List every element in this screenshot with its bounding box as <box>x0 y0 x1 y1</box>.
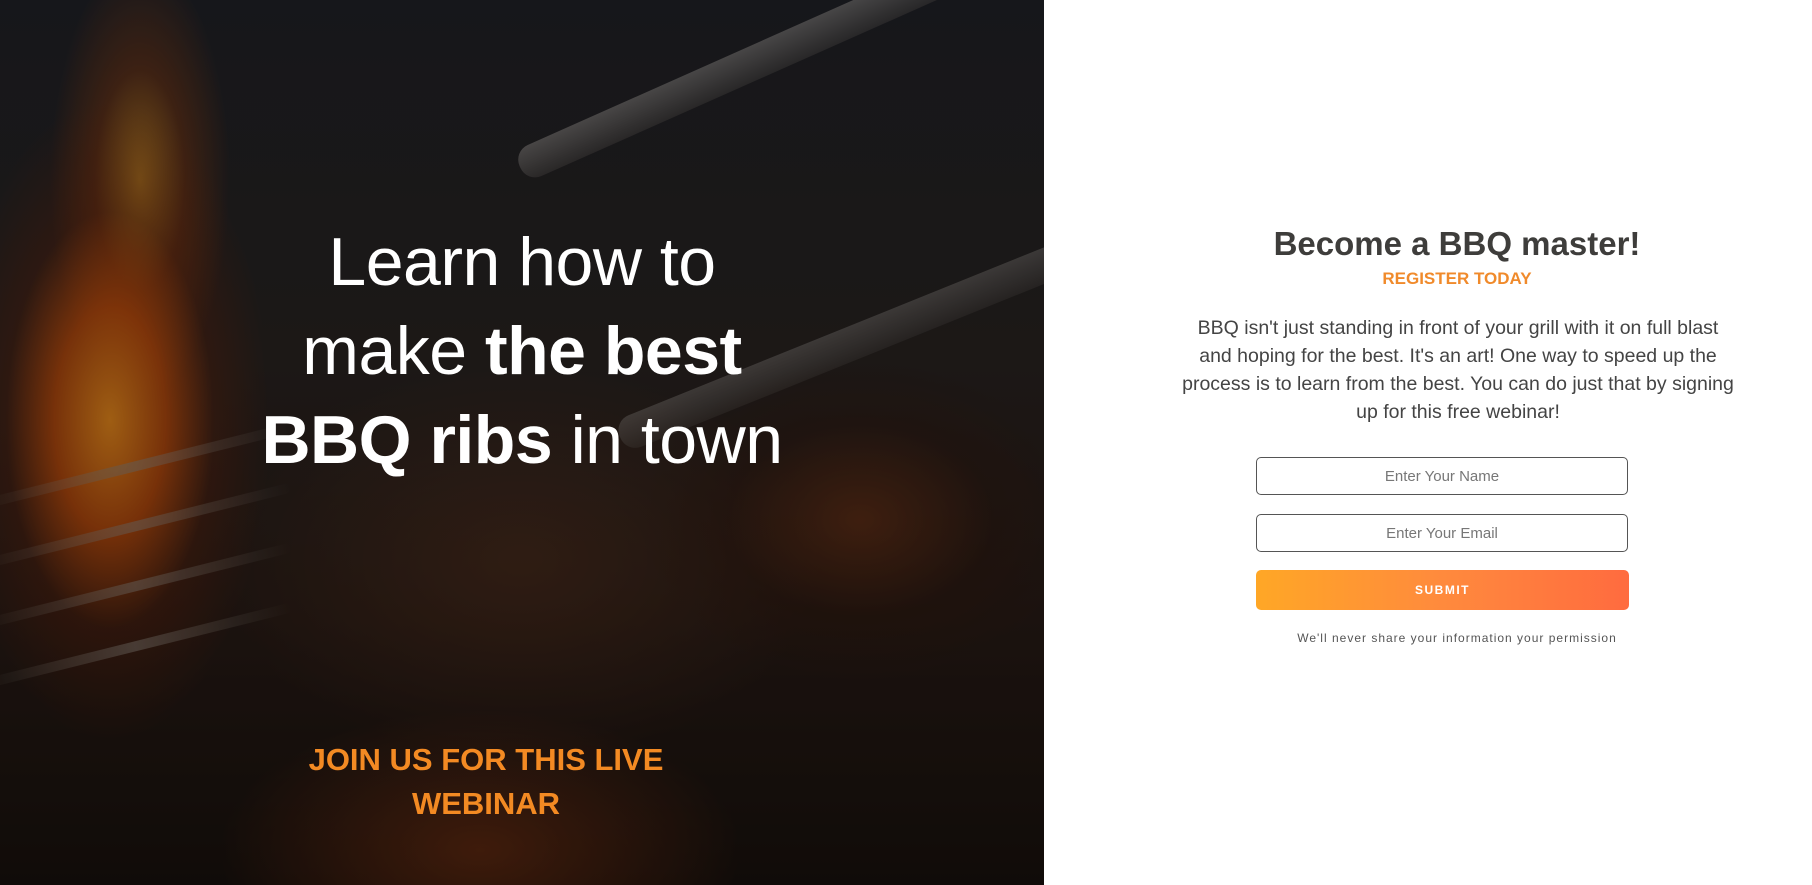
hero-headline-in-town: in town <box>552 402 783 478</box>
privacy-note: We'll never share your information your … <box>1297 631 1617 645</box>
registration-description: BBQ isn't just standing in front of your… <box>1182 317 1734 423</box>
hero-headline: Learn how to make the best BBQ ribs in t… <box>0 218 1044 485</box>
registration-subtitle: REGISTER TODAY <box>1382 269 1532 288</box>
hero-headline-line-1: Learn how to <box>328 224 716 300</box>
hero-headline-make: make <box>302 313 485 389</box>
hero-headline-line-3: BBQ ribs in town <box>0 396 1044 485</box>
hero-webinar-callout-line-1: JOIN US FOR THIS LIVE <box>308 742 664 777</box>
hero-headline-the-best: the best <box>484 313 742 389</box>
hero-headline-line-2: make the best <box>0 307 1044 396</box>
hero-headline-bbq-ribs: BBQ ribs <box>261 402 553 478</box>
submit-button[interactable]: SUBMIT <box>1256 570 1629 610</box>
registration-title: Become a BBQ master! <box>1273 225 1641 262</box>
name-input[interactable] <box>1256 457 1628 495</box>
registration-panel: Become a BBQ master! REGISTER TODAY BBQ … <box>1044 0 1812 885</box>
hero-webinar-callout-line-2: WEBINAR <box>411 786 561 821</box>
hero-webinar-callout: JOIN US FOR THIS LIVE WEBINAR <box>0 738 972 826</box>
hero-section: Learn how to make the best BBQ ribs in t… <box>0 0 1044 885</box>
email-input[interactable] <box>1256 514 1628 552</box>
